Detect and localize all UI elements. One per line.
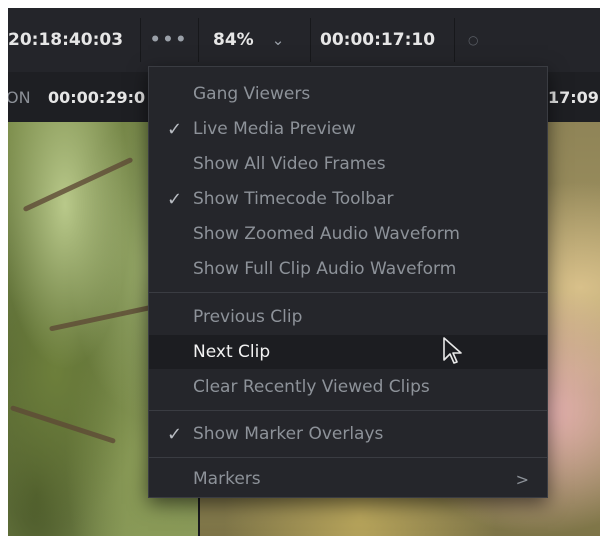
ellipsis-icon[interactable]: ••• <box>144 20 194 60</box>
source-clip-tag: ON <box>8 88 31 107</box>
toolbar-separator <box>140 18 141 62</box>
source-timecode[interactable]: 20:18:40:03 <box>8 20 123 60</box>
chevron-down-icon: ⌄ <box>271 31 285 49</box>
menu-item-next-clip[interactable]: Next Clip <box>149 335 547 369</box>
viewer-window: 20:18:40:03 ••• 84% ⌄ 00:00:17:10 ○ ON 0… <box>8 8 600 536</box>
zoom-value: 84% <box>213 30 254 50</box>
menu-item-label: Show Marker Overlays <box>193 424 384 444</box>
toolbar-separator <box>454 18 455 62</box>
viewer-toolbar: 20:18:40:03 ••• 84% ⌄ 00:00:17:10 ○ <box>8 8 600 73</box>
branch-shape <box>22 156 134 213</box>
menu-item-label: Gang Viewers <box>193 84 311 104</box>
timeline-timecode-text: 00:00:17:10 <box>320 30 436 50</box>
checkmark-icon: ✓ <box>167 423 183 445</box>
source-clip-timecode: 00:00:29:0 <box>48 88 146 107</box>
viewer-options-menu: Gang Viewers ✓ Live Media Preview Show A… <box>148 66 548 498</box>
menu-separator <box>149 292 547 293</box>
menu-item-clear-recently-viewed-clips[interactable]: Clear Recently Viewed Clips <box>149 370 547 404</box>
menu-separator <box>149 457 547 458</box>
menu-item-markers[interactable]: Markers > <box>149 462 547 496</box>
menu-item-show-zoomed-audio-waveform[interactable]: Show Zoomed Audio Waveform <box>149 217 547 251</box>
menu-item-previous-clip[interactable]: Previous Clip <box>149 300 547 334</box>
timeline-timecode[interactable]: 00:00:17:10 <box>320 20 435 60</box>
options-button-label: ••• <box>149 30 189 50</box>
menu-item-show-full-clip-audio-waveform[interactable]: Show Full Clip Audio Waveform <box>149 252 547 286</box>
menu-item-label: Show All Video Frames <box>193 154 386 174</box>
menu-item-label: Next Clip <box>193 342 271 362</box>
menu-item-label: Markers <box>193 469 261 489</box>
status-dot-glyph: ○ <box>468 33 479 47</box>
source-timecode-text: 20:18:40:03 <box>8 30 124 50</box>
branch-shape <box>9 405 117 444</box>
menu-item-gang-viewers[interactable]: Gang Viewers <box>149 77 547 111</box>
checkmark-icon: ✓ <box>167 118 183 140</box>
menu-item-label: Show Full Clip Audio Waveform <box>193 259 457 279</box>
status-dot-icon: ○ <box>468 20 478 60</box>
menu-item-label: Previous Clip <box>193 307 303 327</box>
menu-item-show-timecode-toolbar[interactable]: ✓ Show Timecode Toolbar <box>149 182 547 216</box>
menu-item-label: Live Media Preview <box>193 119 356 139</box>
menu-separator <box>149 410 547 411</box>
toolbar-separator <box>198 18 199 62</box>
menu-item-label: Show Zoomed Audio Waveform <box>193 224 460 244</box>
toolbar-separator <box>310 18 311 62</box>
checkmark-icon: ✓ <box>167 188 183 210</box>
timeline-clip-timecode: 17:09 <box>548 88 599 107</box>
menu-item-label: Show Timecode Toolbar <box>193 189 394 209</box>
menu-item-show-marker-overlays[interactable]: ✓ Show Marker Overlays <box>149 417 547 451</box>
menu-item-label: Clear Recently Viewed Clips <box>193 377 430 397</box>
chevron-right-icon: > <box>515 469 529 489</box>
menu-item-show-all-video-frames[interactable]: Show All Video Frames <box>149 147 547 181</box>
menu-item-live-media-preview[interactable]: ✓ Live Media Preview <box>149 112 547 146</box>
zoom-dropdown[interactable]: 84% ⌄ <box>213 20 284 60</box>
mouse-pointer-icon <box>443 337 462 364</box>
